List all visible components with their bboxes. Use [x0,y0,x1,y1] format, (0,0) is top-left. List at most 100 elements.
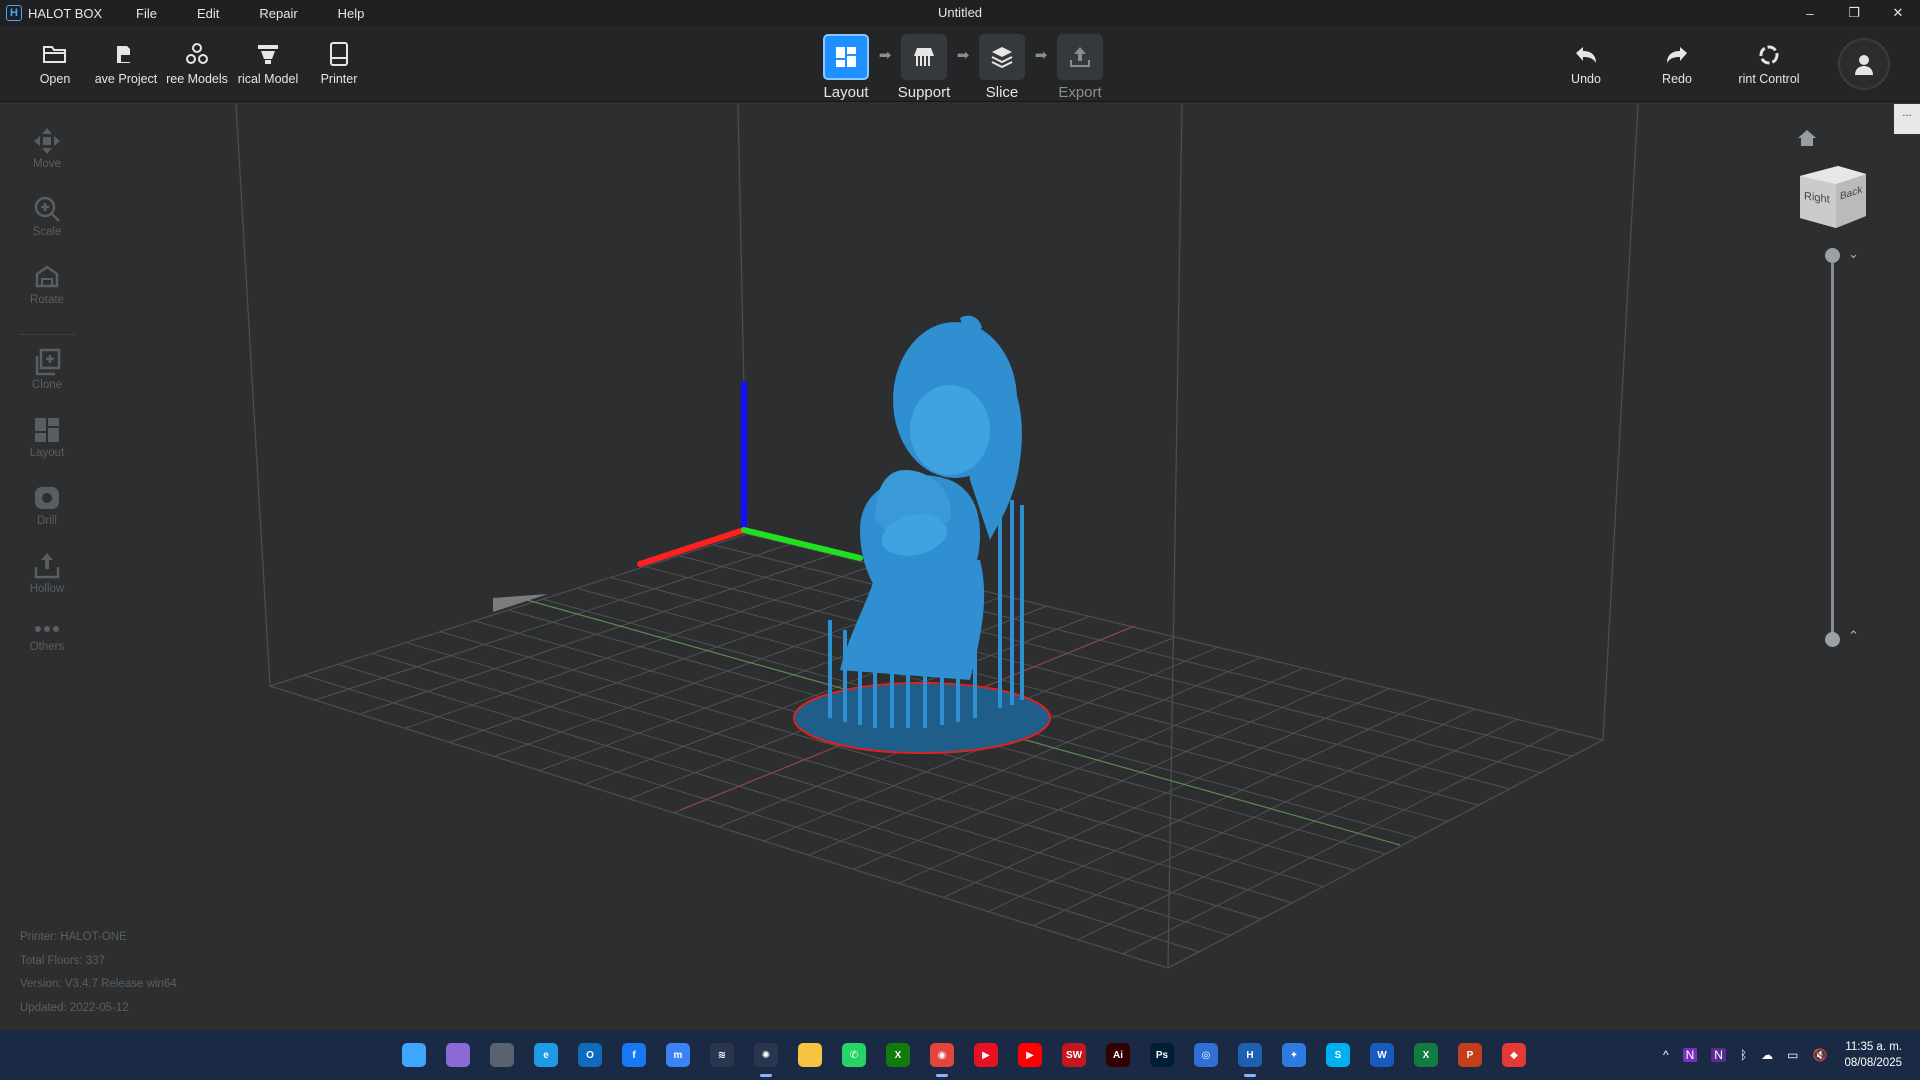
clone-tool[interactable]: Clone [12,347,82,415]
layer-slider-track[interactable] [1831,254,1834,638]
taskbar-app-2[interactable] [480,1030,524,1080]
skype-icon: S [1326,1043,1350,1067]
system-tray: ^ N N ᛒ ☁ ▭ 🔇 11:35 a. m. 08/08/2025 [1656,1030,1902,1080]
chrome-icon: ◉ [930,1043,954,1067]
printer-name: Printer: HALOT-ONE [20,931,127,943]
menu-edit[interactable]: Edit [177,6,239,21]
taskbar-app-5[interactable]: f [612,1030,656,1080]
taskbar-app-6[interactable]: m [656,1030,700,1080]
layout-tool[interactable]: Layout [12,415,82,483]
step-layout[interactable]: Layout [818,34,874,101]
grid-line [610,576,1479,806]
media-player-icon: ▶ [974,1043,998,1067]
taskbar-app-3[interactable]: e [524,1030,568,1080]
layout-tool-label: Layout [29,447,65,459]
menu-repair[interactable]: Repair [239,6,317,21]
taskbar-app-25[interactable]: ◆ [1492,1030,1536,1080]
chevron-up-icon[interactable]: ⌃ [1848,628,1859,644]
network-icon[interactable]: ▭ [1787,1048,1798,1062]
taskbar-apps: e Of m ≋ ✺ ✆ X ◉ ▶ ▶ SW Ai Ps ◎ H ✦ S W X P ◆ [392,1030,1536,1080]
save-project-button[interactable]: ave Project [90,42,162,86]
taskbar-app-8[interactable]: ✺ [744,1030,788,1080]
taskbar-app-4[interactable]: O [568,1030,612,1080]
outlook-icon: O [578,1043,602,1067]
volume-muted-icon[interactable]: 🔇 [1812,1048,1827,1062]
others-tool[interactable]: Others [12,619,82,687]
layer-slider-top-handle[interactable] [1825,248,1840,263]
taskbar-app-9[interactable] [788,1030,832,1080]
view-cube[interactable]: Right Back [1796,162,1868,234]
close-button[interactable]: ✕ [1876,0,1920,26]
side-panel-toggle[interactable]: ... [1894,104,1920,134]
layout-icon [836,47,856,67]
clock[interactable]: 11:35 a. m. 08/08/2025 [1844,1039,1902,1071]
step-support[interactable]: Support [896,34,952,101]
app-ring-icon: ◎ [1194,1043,1218,1067]
free-models-button[interactable]: ree Models [161,42,233,86]
printer-icon [330,42,348,66]
printer-info: Printer: HALOT-ONE Total Floors: 337 Ver… [20,926,177,1020]
scale-tool[interactable]: Scale [12,194,82,262]
home-view-icon[interactable] [1796,128,1818,148]
taskbar-app-19[interactable]: H [1228,1030,1272,1080]
updated-date: Updated: 2022-05-12 [20,1001,129,1014]
taskbar-app-21[interactable]: S [1316,1030,1360,1080]
move-tool[interactable]: Move [12,126,82,194]
onedrive-icon[interactable]: ☁ [1761,1048,1773,1062]
tool-divider [19,334,75,335]
onenote-tray-icon[interactable]: N [1682,1048,1698,1062]
taskbar-app-11[interactable]: X [876,1030,920,1080]
chevron-down-icon[interactable]: ⌄ [1848,246,1859,262]
taskbar-app-18[interactable]: ◎ [1184,1030,1228,1080]
menu-help[interactable]: Help [318,6,385,21]
taskbar-app-0[interactable] [392,1030,436,1080]
hollow-label: Hollow [29,583,65,595]
undo-button[interactable]: Undo [1550,44,1622,86]
taskbar-app-23[interactable]: X [1404,1030,1448,1080]
step-layout-label: Layout [823,84,869,101]
bluetooth-icon[interactable]: ᛒ [1740,1048,1747,1062]
taskbar-app-12[interactable]: ◉ [920,1030,964,1080]
open-button[interactable]: Open [19,42,91,86]
onenote-send-icon[interactable]: N [1711,1048,1726,1062]
solidworks-icon: SW [1062,1043,1086,1067]
rotate-icon [35,265,59,288]
historical-model-button[interactable]: rical Model [232,42,304,86]
hollow-tool[interactable]: Hollow [12,551,82,619]
rotate-tool[interactable]: Rotate [12,262,82,330]
drill-tool[interactable]: Drill [12,483,82,551]
menu-file[interactable]: File [116,6,177,21]
print-control-button[interactable]: rint Control [1732,44,1806,86]
layout-tool-icon [35,418,59,442]
undo-label: Undo [1571,72,1601,86]
taskbar-app-10[interactable]: ✆ [832,1030,876,1080]
step-slice[interactable]: Slice [974,34,1030,101]
clock-date: 08/08/2025 [1844,1057,1902,1069]
step-export[interactable]: Export [1052,34,1108,101]
3d-viewport[interactable]: Right Back ⌄ ⌃ [0,102,1920,1030]
taskbar-app-24[interactable]: P [1448,1030,1492,1080]
taskbar-app-13[interactable]: ▶ [964,1030,1008,1080]
redo-icon [1667,47,1687,63]
taskbar-app-16[interactable]: Ai [1096,1030,1140,1080]
taskbar-app-17[interactable]: Ps [1140,1030,1184,1080]
printer-button[interactable]: Printer [303,42,375,86]
photoshop-icon: Ps [1150,1043,1174,1067]
user-avatar[interactable] [1838,38,1890,90]
taskbar-app-1[interactable] [436,1030,480,1080]
taskbar-app-7[interactable]: ≋ [700,1030,744,1080]
tray-overflow-icon[interactable]: ^ [1663,1048,1669,1062]
redo-button[interactable]: Redo [1641,44,1713,86]
restore-button[interactable]: ❐ [1832,0,1876,26]
taskbar-app-20[interactable]: ✦ [1272,1030,1316,1080]
messenger-icon: m [666,1043,690,1067]
taskbar-app-14[interactable]: ▶ [1008,1030,1052,1080]
minimize-button[interactable]: – [1788,0,1832,26]
layer-slider-bottom-handle[interactable] [1825,632,1840,647]
window-controls: – ❐ ✕ [1788,0,1920,26]
taskbar-app-15[interactable]: SW [1052,1030,1096,1080]
windows-taskbar: e Of m ≋ ✺ ✆ X ◉ ▶ ▶ SW Ai Ps ◎ H ✦ S W X P ◆ ^ N N ᛒ ☁ ▭ 🔇 … [0,1030,1920,1080]
taskbar-app-22[interactable]: W [1360,1030,1404,1080]
excel-icon: X [1414,1043,1438,1067]
menu-bar: File Edit Repair Help [116,6,384,21]
